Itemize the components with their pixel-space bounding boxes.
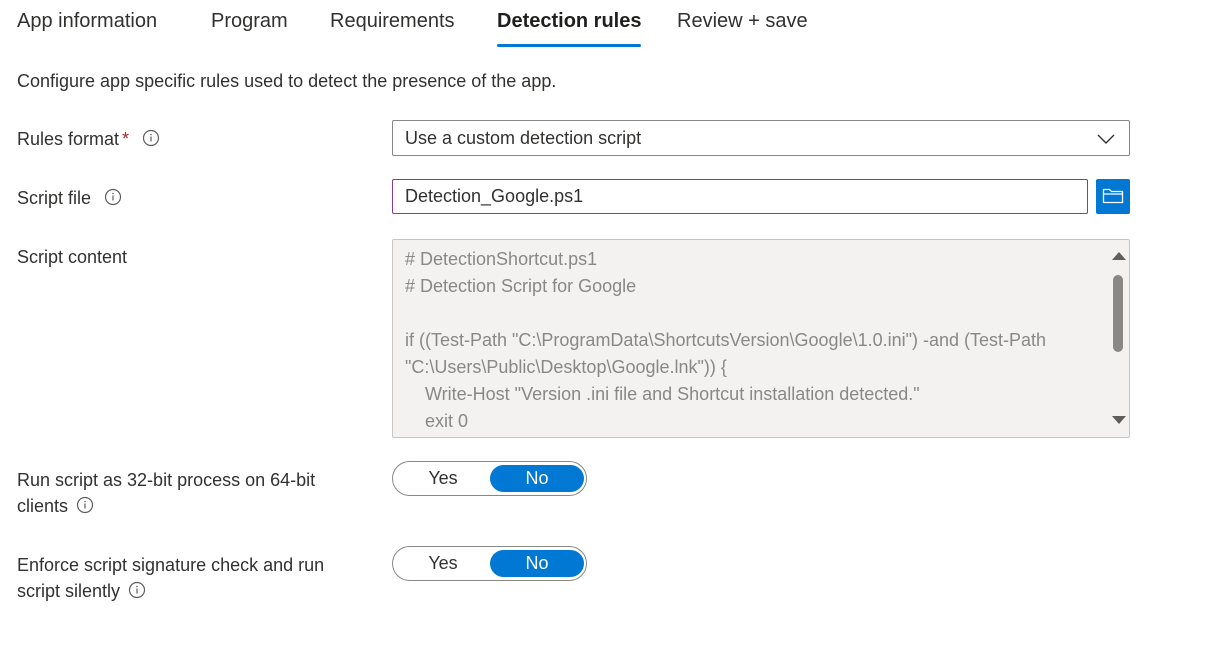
tab-program[interactable]: Program bbox=[211, 10, 288, 33]
script-content-text: # DetectionShortcut.ps1 # Detection Scri… bbox=[405, 249, 1047, 431]
rules-format-value: Use a custom detection script bbox=[405, 128, 642, 148]
rules-format-label: Rules format * bbox=[17, 126, 160, 152]
script-file-label: Script file bbox=[17, 185, 122, 211]
signature-check-label: Enforce script signature check and run s… bbox=[17, 552, 324, 604]
rules-format-dropdown[interactable]: Use a custom detection script bbox=[392, 120, 1130, 156]
tab-requirements[interactable]: Requirements bbox=[330, 10, 455, 33]
signature-check-toggle: Yes No bbox=[392, 546, 587, 581]
script-file-label-text: Script file bbox=[17, 188, 92, 208]
rules-format-label-text: Rules format bbox=[17, 129, 120, 149]
tab-review-save[interactable]: Review + save bbox=[677, 10, 808, 33]
run-32bit-label-line2: clients bbox=[17, 496, 69, 516]
run-32bit-yes-option[interactable]: Yes bbox=[396, 465, 490, 492]
browse-file-button[interactable] bbox=[1096, 179, 1130, 214]
script-content-label: Script content bbox=[17, 247, 128, 267]
info-icon[interactable] bbox=[76, 496, 94, 514]
signature-check-no-option[interactable]: No bbox=[490, 550, 584, 577]
page-description: Configure app specific rules used to det… bbox=[17, 71, 557, 91]
script-file-input[interactable] bbox=[392, 179, 1088, 214]
scroll-down-arrow-icon[interactable] bbox=[1112, 416, 1126, 424]
tab-detection-rules[interactable]: Detection rules bbox=[497, 10, 641, 33]
run-32bit-toggle: Yes No bbox=[392, 461, 587, 496]
script-scrollbar[interactable] bbox=[1107, 240, 1129, 437]
run-32bit-label-line1: Run script as 32-bit process on 64-bit bbox=[17, 470, 316, 490]
chevron-down-icon bbox=[1097, 134, 1115, 144]
tab-app-information[interactable]: App information bbox=[17, 10, 157, 33]
scroll-up-arrow-icon[interactable] bbox=[1112, 252, 1126, 260]
scroll-thumb[interactable] bbox=[1113, 275, 1123, 352]
folder-icon bbox=[1102, 188, 1124, 204]
info-icon[interactable] bbox=[142, 129, 160, 147]
signature-check-yes-option[interactable]: Yes bbox=[396, 550, 490, 577]
script-content-box[interactable]: # DetectionShortcut.ps1 # Detection Scri… bbox=[392, 239, 1130, 438]
run-32bit-no-option[interactable]: No bbox=[490, 465, 584, 492]
info-icon[interactable] bbox=[104, 188, 122, 206]
signature-check-label-line1: Enforce script signature check and run bbox=[17, 555, 325, 575]
active-tab-indicator bbox=[497, 44, 641, 47]
required-marker: * bbox=[122, 129, 130, 149]
tab-bar: App information Program Requirements Det… bbox=[0, 0, 1224, 52]
signature-check-label-line2: script silently bbox=[17, 581, 121, 601]
run-32bit-label: Run script as 32-bit process on 64-bit c… bbox=[17, 467, 315, 519]
info-icon[interactable] bbox=[128, 581, 146, 599]
